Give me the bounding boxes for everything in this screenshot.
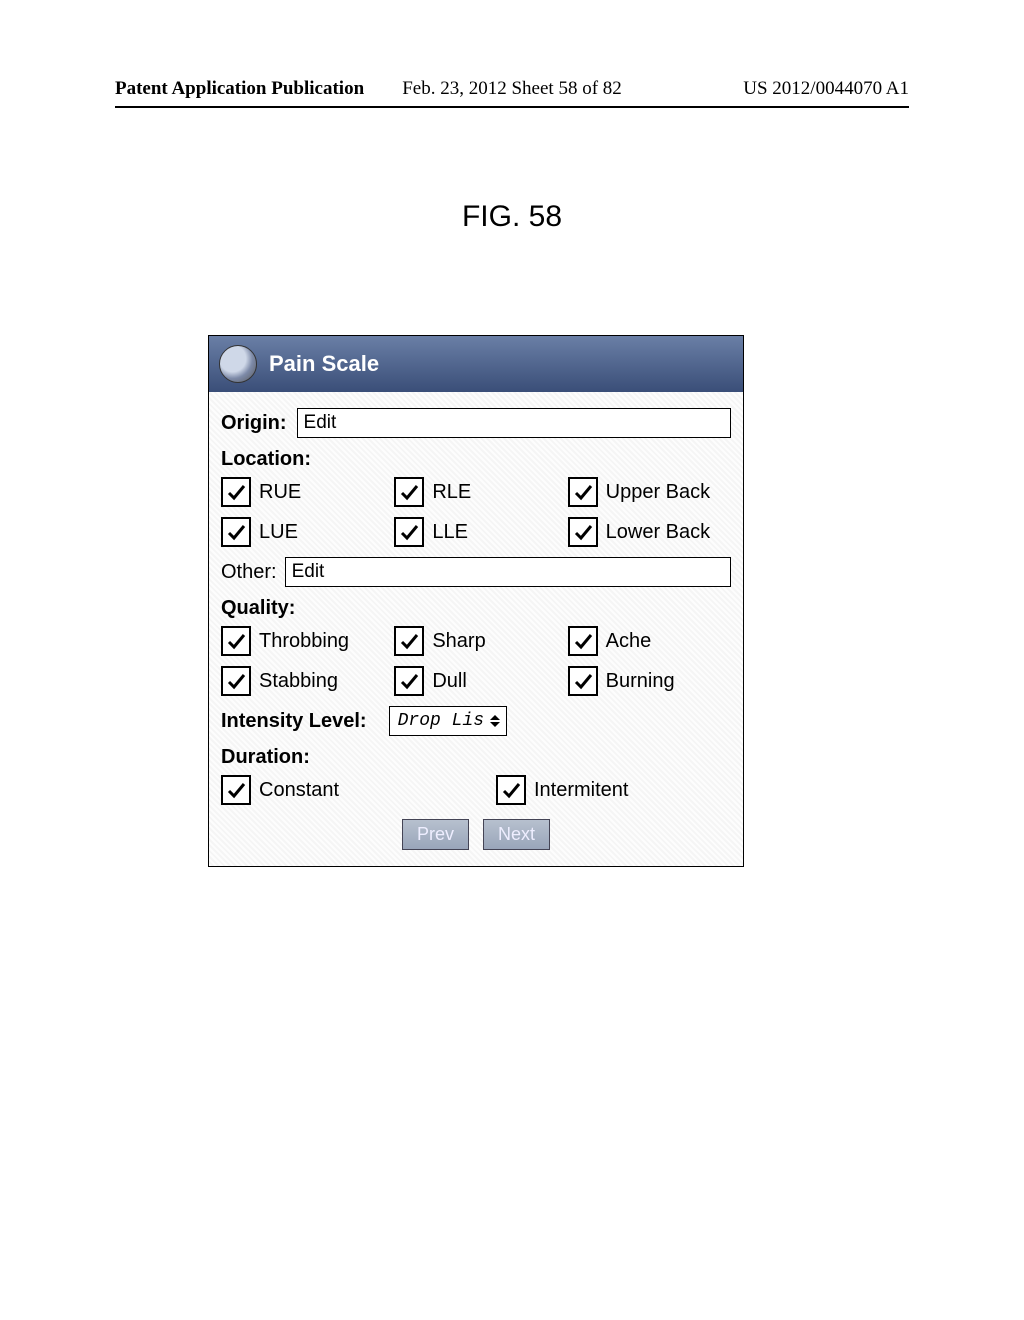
- nav-row: Prev Next: [221, 819, 731, 850]
- origin-row: Origin: Edit: [221, 408, 731, 438]
- check-icon: [394, 626, 424, 656]
- duration-section: Duration: Constant Intermitent: [221, 746, 731, 805]
- header-left: Patent Application Publication: [115, 78, 364, 100]
- location-section: Location: RUE RLE Upper Back: [221, 448, 731, 587]
- location-other-edit-field[interactable]: Edit: [285, 557, 731, 587]
- checkbox-label: Intermitent: [534, 779, 628, 802]
- checkbox-burning[interactable]: Burning: [568, 666, 731, 696]
- check-icon: [568, 517, 598, 547]
- checkbox-label: Lower Back: [606, 521, 711, 544]
- checkbox-label: Ache: [606, 630, 652, 653]
- checkbox-label: LLE: [432, 521, 468, 544]
- checkbox-dull[interactable]: Dull: [394, 666, 557, 696]
- checkbox-label: Upper Back: [606, 481, 711, 504]
- check-icon: [221, 477, 251, 507]
- header-rule: [115, 106, 909, 108]
- checkbox-label: RLE: [432, 481, 471, 504]
- checkbox-label: Sharp: [432, 630, 485, 653]
- intensity-label: Intensity Level:: [221, 710, 367, 733]
- check-icon: [221, 626, 251, 656]
- check-icon: [221, 517, 251, 547]
- check-icon: [221, 666, 251, 696]
- location-label: Location:: [221, 448, 721, 471]
- intensity-row: Intensity Level: Drop Lis: [221, 706, 731, 736]
- check-icon: [394, 666, 424, 696]
- checkbox-lue[interactable]: LUE: [221, 517, 384, 547]
- quality-section: Quality: Throbbing Sharp Ache: [221, 597, 731, 696]
- check-icon: [221, 775, 251, 805]
- checkbox-rue[interactable]: RUE: [221, 477, 384, 507]
- checkbox-rle[interactable]: RLE: [394, 477, 557, 507]
- globe-icon: [219, 345, 257, 383]
- origin-edit-field[interactable]: Edit: [297, 408, 731, 438]
- location-other-row: Other: Edit: [221, 557, 731, 587]
- check-icon: [394, 517, 424, 547]
- checkbox-label: Dull: [432, 670, 466, 693]
- spinner-icon: [490, 715, 500, 727]
- checkbox-lower-back[interactable]: Lower Back: [568, 517, 731, 547]
- prev-button[interactable]: Prev: [402, 819, 469, 850]
- check-icon: [496, 775, 526, 805]
- figure-caption: FIG. 58: [462, 200, 562, 234]
- quality-label: Quality:: [221, 597, 721, 620]
- next-button[interactable]: Next: [483, 819, 550, 850]
- checkbox-sharp[interactable]: Sharp: [394, 626, 557, 656]
- checkbox-label: LUE: [259, 521, 298, 544]
- check-icon: [394, 477, 424, 507]
- check-icon: [568, 666, 598, 696]
- checkbox-upper-back[interactable]: Upper Back: [568, 477, 731, 507]
- dropdown-text: Drop Lis: [398, 711, 484, 731]
- header-right: US 2012/0044070 A1: [743, 78, 909, 100]
- location-other-label: Other:: [221, 561, 277, 584]
- checkbox-throbbing[interactable]: Throbbing: [221, 626, 384, 656]
- checkbox-constant[interactable]: Constant: [221, 775, 456, 805]
- header-center: Feb. 23, 2012 Sheet 58 of 82: [402, 78, 622, 100]
- check-icon: [568, 626, 598, 656]
- origin-label: Origin:: [221, 412, 287, 435]
- titlebar: Pain Scale: [209, 336, 743, 392]
- intensity-dropdown[interactable]: Drop Lis: [389, 706, 507, 736]
- panel-title: Pain Scale: [269, 351, 379, 377]
- checkbox-label: Burning: [606, 670, 675, 693]
- checkbox-label: Constant: [259, 779, 339, 802]
- duration-label: Duration:: [221, 746, 721, 769]
- checkbox-ache[interactable]: Ache: [568, 626, 731, 656]
- checkbox-lle[interactable]: LLE: [394, 517, 557, 547]
- checkbox-label: Throbbing: [259, 630, 349, 653]
- checkbox-stabbing[interactable]: Stabbing: [221, 666, 384, 696]
- checkbox-intermitent[interactable]: Intermitent: [496, 775, 731, 805]
- checkbox-label: Stabbing: [259, 670, 338, 693]
- pain-scale-panel: Pain Scale Origin: Edit Location: RUE RL…: [208, 335, 744, 867]
- checkbox-label: RUE: [259, 481, 301, 504]
- check-icon: [568, 477, 598, 507]
